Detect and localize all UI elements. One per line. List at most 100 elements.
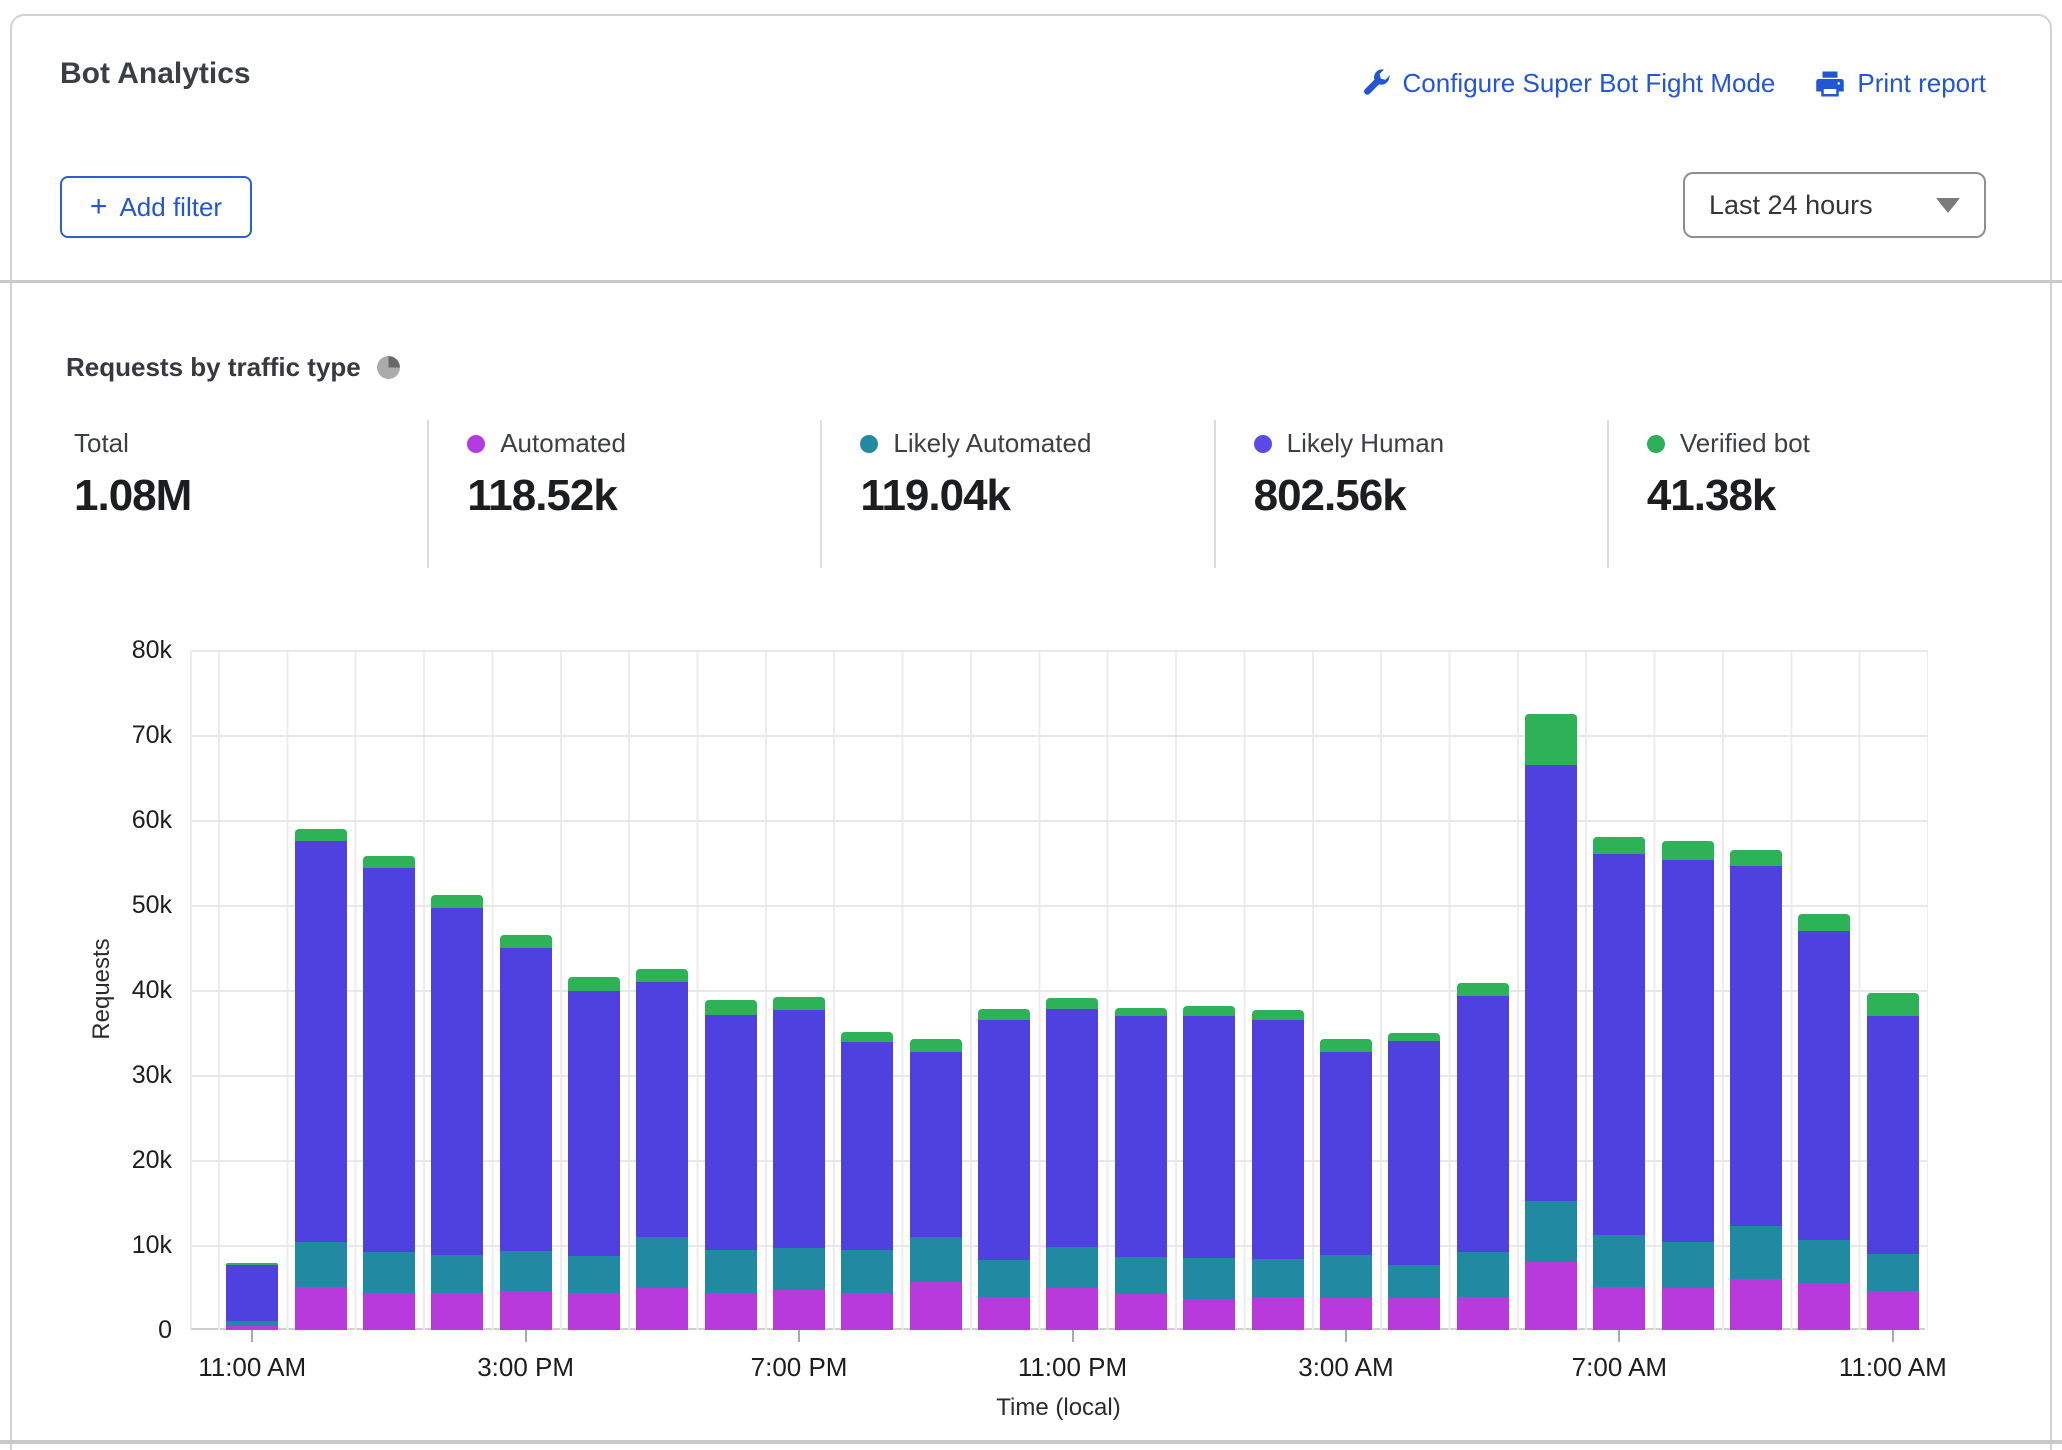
stacked-bar[interactable] xyxy=(363,856,415,1330)
printer-icon xyxy=(1815,69,1845,99)
stacked-bar[interactable] xyxy=(1183,1006,1235,1330)
stacked-bar[interactable] xyxy=(226,1263,278,1330)
stacked-bar[interactable] xyxy=(773,997,825,1330)
stacked-bar[interactable] xyxy=(1320,1039,1372,1330)
stacked-bar[interactable] xyxy=(978,1009,1030,1330)
stat-verified-bot[interactable]: Verified bot 41.38k xyxy=(1607,420,2000,568)
stat-likely-human[interactable]: Likely Human 802.56k xyxy=(1214,420,1607,568)
bar-segment-automated xyxy=(1457,1297,1509,1330)
bar-segment-verified-bot xyxy=(295,829,347,841)
print-report-link[interactable]: Print report xyxy=(1815,68,1986,99)
stat-automated[interactable]: Automated 118.52k xyxy=(427,420,820,568)
bar-segment-likely-automated xyxy=(568,1256,620,1293)
stacked-bar[interactable] xyxy=(1730,850,1782,1330)
stacked-bar[interactable] xyxy=(1457,983,1509,1330)
bar-segment-likely-automated xyxy=(636,1237,688,1288)
bar-segment-automated xyxy=(1115,1294,1167,1330)
stat-likely-automated[interactable]: Likely Automated 119.04k xyxy=(820,420,1213,568)
bar-segment-likely-human xyxy=(1798,931,1850,1240)
time-range-dropdown[interactable]: Last 24 hours xyxy=(1683,172,1986,238)
bar-slot-1pm xyxy=(355,650,423,1330)
x-tick-mark xyxy=(1072,1330,1074,1342)
stat-verified-bot-value: 41.38k xyxy=(1647,471,2000,521)
configure-super-bot-fight-mode-link[interactable]: Configure Super Bot Fight Mode xyxy=(1361,68,1776,99)
bar-segment-likely-human xyxy=(636,982,688,1236)
bar-segment-automated xyxy=(1525,1262,1577,1330)
bar-segment-likely-automated xyxy=(295,1242,347,1286)
bar-segment-verified-bot xyxy=(1115,1008,1167,1017)
stacked-bar[interactable] xyxy=(841,1032,893,1330)
stacked-bar[interactable] xyxy=(431,895,483,1330)
stacked-bar[interactable] xyxy=(1388,1033,1440,1330)
bar-segment-verified-bot xyxy=(1252,1010,1304,1020)
bar-slot-6am xyxy=(1517,650,1585,1330)
section-bottom-divider xyxy=(0,1440,2062,1444)
x-tick-mark xyxy=(525,1330,527,1342)
bar-segment-likely-automated xyxy=(1183,1258,1235,1299)
stacked-bar[interactable] xyxy=(295,829,347,1330)
x-tick-label: 11:00 AM xyxy=(1839,1352,1947,1383)
bar-slot-12am xyxy=(1107,650,1175,1330)
bar-segment-automated xyxy=(568,1293,620,1330)
stacked-bar[interactable] xyxy=(1046,998,1098,1330)
bar-slot-4pm xyxy=(560,650,628,1330)
stacked-bar[interactable] xyxy=(1252,1010,1304,1330)
bar-segment-automated xyxy=(500,1291,552,1330)
bar-segment-likely-human xyxy=(500,948,552,1251)
add-filter-label: Add filter xyxy=(119,192,222,223)
requests-stacked-bar-chart: 11:00 AM3:00 PM7:00 PM11:00 PM3:00 AM7:0… xyxy=(190,650,1925,1330)
bars-area xyxy=(218,650,1927,1330)
y-tick-label: 20k xyxy=(60,1144,172,1176)
stacked-bar[interactable] xyxy=(910,1039,962,1330)
stacked-bar[interactable] xyxy=(568,977,620,1330)
bot-analytics-page: Bot Analytics Configure Super Bot Fight … xyxy=(0,0,2062,1450)
bar-segment-likely-human xyxy=(1662,860,1714,1243)
bar-segment-verified-bot xyxy=(910,1039,962,1052)
legend-dot-likely-human xyxy=(1254,435,1272,453)
bar-segment-verified-bot xyxy=(568,977,620,991)
bar-segment-automated xyxy=(1867,1291,1919,1330)
bar-segment-likely-automated xyxy=(1662,1242,1714,1288)
stacked-bar[interactable] xyxy=(1867,993,1919,1330)
bar-segment-likely-human xyxy=(705,1015,757,1250)
stacked-bar[interactable] xyxy=(1525,714,1577,1330)
bar-segment-likely-automated xyxy=(978,1260,1030,1297)
stacked-bar[interactable] xyxy=(636,969,688,1330)
bar-slot-11am xyxy=(1859,650,1927,1330)
bar-segment-automated xyxy=(431,1293,483,1330)
stacked-bar[interactable] xyxy=(1798,914,1850,1330)
bar-segment-likely-automated xyxy=(1867,1254,1919,1291)
bar-segment-verified-bot xyxy=(773,997,825,1011)
bar-segment-verified-bot xyxy=(1798,914,1850,931)
bar-segment-automated xyxy=(636,1288,688,1331)
stat-likely-automated-label: Likely Automated xyxy=(893,428,1091,459)
bar-segment-verified-bot xyxy=(636,969,688,983)
stat-likely-human-value: 802.56k xyxy=(1254,471,1607,521)
bar-slot-8pm xyxy=(833,650,901,1330)
bar-slot-9am xyxy=(1722,650,1790,1330)
stacked-bar[interactable] xyxy=(1115,1008,1167,1330)
stacked-bar[interactable] xyxy=(500,935,552,1330)
bar-slot-4am xyxy=(1380,650,1448,1330)
stacked-bar[interactable] xyxy=(705,1000,757,1330)
stat-verified-bot-label: Verified bot xyxy=(1680,428,1810,459)
bar-segment-automated xyxy=(1662,1288,1714,1330)
bar-segment-likely-human xyxy=(1115,1016,1167,1257)
bar-segment-likely-human xyxy=(295,841,347,1242)
bar-segment-likely-human xyxy=(1457,996,1509,1252)
configure-link-label: Configure Super Bot Fight Mode xyxy=(1403,68,1776,99)
stat-automated-label: Automated xyxy=(500,428,626,459)
y-tick-label: 60k xyxy=(60,804,172,836)
stacked-bar[interactable] xyxy=(1662,841,1714,1330)
bar-slot-5am xyxy=(1448,650,1516,1330)
bar-segment-automated xyxy=(295,1287,347,1330)
y-tick-label: 0 xyxy=(60,1314,172,1346)
stacked-bar[interactable] xyxy=(1593,837,1645,1330)
x-tick-mark xyxy=(251,1330,253,1342)
bar-segment-likely-automated xyxy=(1046,1247,1098,1288)
bar-slot-3am xyxy=(1312,650,1380,1330)
add-filter-button[interactable]: + Add filter xyxy=(60,176,252,238)
x-tick-mark xyxy=(1892,1330,1894,1342)
bar-slot-8am xyxy=(1654,650,1722,1330)
bar-segment-verified-bot xyxy=(1320,1039,1372,1052)
